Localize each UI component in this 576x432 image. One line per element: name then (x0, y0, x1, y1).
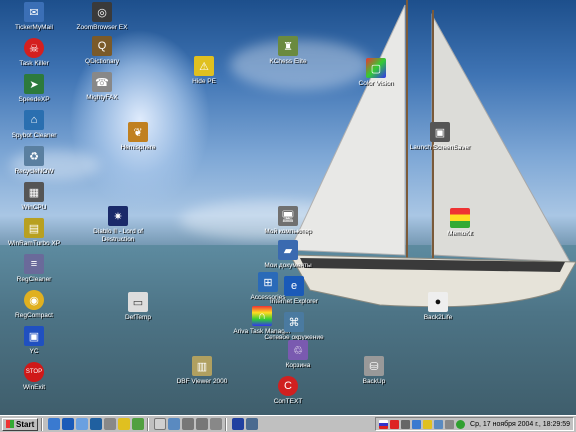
speedometer-icon: ➤ (24, 74, 44, 94)
icon-dbf-viewer[interactable]: ▥ DBF Viewer 2000 (170, 356, 234, 386)
icon-yc[interactable]: ▣ YC (2, 326, 66, 356)
icon-spybot-cleaner[interactable]: ⌂ Spybot Cleaner (2, 110, 66, 140)
tray-antivirus-icon[interactable] (423, 419, 433, 429)
taskbar-separator (41, 417, 44, 431)
icon-internet-explorer[interactable]: e Internet Explorer (262, 276, 326, 306)
cleaner-icon: ⌂ (24, 110, 44, 130)
icon-back2life[interactable]: ● Back2Life (406, 292, 470, 322)
memo-icon (450, 208, 470, 228)
quicklaunch-monitor-icon[interactable] (246, 418, 259, 430)
icon-memokit[interactable]: MemoKit (428, 208, 492, 238)
icon-mightyfax[interactable]: ☎ MightyFAX (70, 72, 134, 102)
chess-icon: ♜ (278, 36, 298, 56)
quicklaunch-disk-icon[interactable] (168, 418, 181, 430)
icon-regcleaner[interactable]: ≡ RegCleaner (2, 254, 66, 284)
quicklaunch-search-icon[interactable] (118, 418, 131, 430)
mail-icon: ✉ (24, 2, 44, 22)
system-tray: Ср, 17 ноября 2004 г., 18:29:59 (375, 417, 574, 431)
tray-app-icon[interactable] (390, 419, 400, 429)
icon-zoombrowser[interactable]: ◎ ZoomBrowser EX (70, 2, 134, 32)
icon-my-computer[interactable]: 🖥 Мой компьютер (256, 206, 320, 236)
registry-icon: ≡ (24, 254, 44, 274)
quicklaunch-ie-icon[interactable] (62, 418, 75, 430)
quicklaunch-settings-icon[interactable] (132, 418, 145, 430)
taskbar-separator (225, 417, 228, 431)
hemisphere-icon: ❦ (128, 122, 148, 142)
commander-icon: ▣ (24, 326, 44, 346)
icon-recycle-bin[interactable]: ♲ Корзина (266, 340, 330, 370)
language-flag-icon[interactable] (379, 419, 389, 429)
icon-tickermymail[interactable]: ✉ TickerMyMail (2, 2, 66, 32)
desktop-wallpaper: ✉ TickerMyMail ☠ Task Killer ➤ SpeedeXP … (0, 0, 576, 415)
fax-icon: ☎ (92, 72, 112, 92)
icon-diablo-lod[interactable]: ✷ Diablo II - Lord of Destruction (86, 206, 150, 244)
quicklaunch-desktop-icon[interactable] (48, 418, 61, 430)
icon-context[interactable]: C ConTEXT (256, 376, 320, 406)
camera-icon: ◎ (92, 2, 112, 22)
taskbar-clock[interactable]: Ср, 17 ноября 2004 г., 18:29:59 (470, 421, 570, 428)
screensaver-icon: ▣ (430, 122, 450, 142)
taskbar: Start Ср, 17 ноября 2004 г., 18:29:59 (0, 415, 576, 432)
quicklaunch-drive2-icon[interactable] (196, 418, 209, 430)
quicklaunch-notes-icon[interactable] (154, 418, 167, 430)
icon-qdictionary[interactable]: Q QDictionary (70, 36, 134, 66)
folder-icon: ▰ (278, 240, 298, 260)
context-icon: C (278, 376, 298, 396)
icon-launch-screensaver[interactable]: ▣ Launch ScreenSaver (408, 122, 472, 152)
icon-network[interactable]: ⌘ Сетевое окружение (262, 312, 326, 342)
trash-icon: ♲ (288, 340, 308, 360)
database-icon: ▥ (192, 356, 212, 376)
icon-kchess[interactable]: ♜ KChess Elite (256, 36, 320, 66)
icon-winexit[interactable]: STOP WinExit (2, 362, 66, 392)
quicklaunch-mail-icon[interactable] (76, 418, 89, 430)
quicklaunch-drive-icon[interactable] (182, 418, 195, 430)
tray-mail-icon[interactable] (445, 419, 455, 429)
icon-hemisphere[interactable]: ❦ Hemisphere (106, 122, 170, 152)
computer-icon: 🖥 (278, 206, 298, 226)
stop-icon: STOP (24, 362, 44, 382)
skull-icon: ☠ (24, 38, 44, 58)
quicklaunch-explorer-icon[interactable] (104, 418, 117, 430)
icon-deftemp[interactable]: ▭ DefTemp (106, 292, 170, 322)
icon-regcompact[interactable]: ◉ RegCompact (2, 290, 66, 320)
ram-icon: ▤ (24, 218, 44, 238)
icon-backup[interactable]: ⛁ BackUp (342, 356, 406, 386)
windows-logo-icon (6, 420, 14, 428)
icon-task-killer[interactable]: ☠ Task Killer (2, 38, 66, 68)
tray-network-icon[interactable] (412, 419, 422, 429)
icon-hide-pe[interactable]: ⚠ Hide PE (172, 56, 236, 86)
icon-winramturbo[interactable]: ▤ WinRamTurbo XP (2, 218, 66, 248)
quicklaunch-save-icon[interactable] (232, 418, 245, 430)
recycle-icon: ♻ (24, 146, 44, 166)
compact-icon: ◉ (24, 290, 44, 310)
diablo-icon: ✷ (108, 206, 128, 226)
quicklaunch-drive3-icon[interactable] (210, 418, 223, 430)
temp-icon: ▭ (128, 292, 148, 312)
monitor-icon: ▢ (366, 58, 386, 78)
start-button[interactable]: Start (2, 417, 39, 431)
quicklaunch-media-icon[interactable] (90, 418, 103, 430)
ie-icon: e (284, 276, 304, 296)
taskbar-separator (147, 417, 150, 431)
dictionary-icon: Q (92, 36, 112, 56)
panda-icon: ● (428, 292, 448, 312)
icon-my-documents[interactable]: ▰ Мои документы (256, 240, 320, 270)
tray-status-icon[interactable] (456, 419, 466, 429)
tray-volume-icon[interactable] (401, 419, 411, 429)
tray-monitor-icon[interactable] (434, 419, 444, 429)
icon-recyclenow[interactable]: ♻ RecycleNOW (2, 146, 66, 176)
hide-icon: ⚠ (194, 56, 214, 76)
icon-wincpu[interactable]: ▦ WinCPU (2, 182, 66, 212)
icon-speedexp[interactable]: ➤ SpeedeXP (2, 74, 66, 104)
cpu-icon: ▦ (24, 182, 44, 202)
backup-icon: ⛁ (364, 356, 384, 376)
icon-color-vision[interactable]: ▢ Color Vision (344, 58, 408, 88)
network-icon: ⌘ (284, 312, 304, 332)
